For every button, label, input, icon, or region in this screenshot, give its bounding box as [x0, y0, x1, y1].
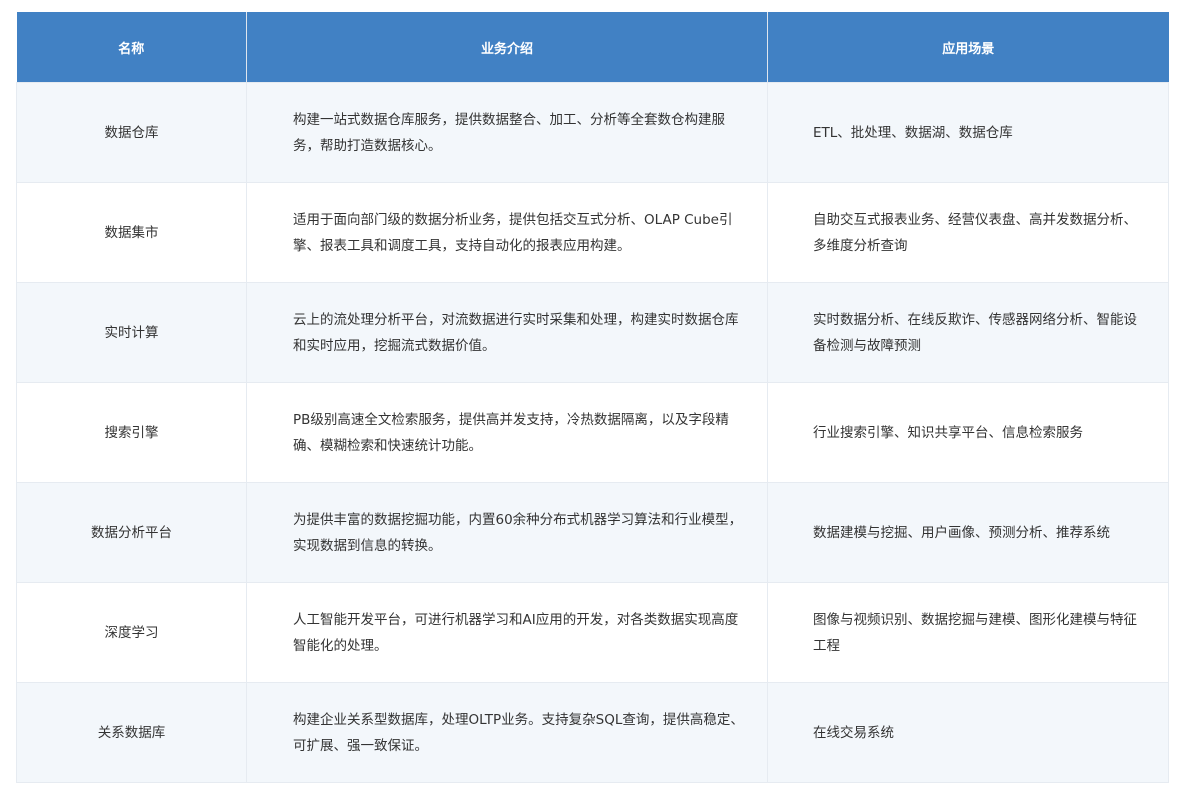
row-scenarios: 在线交易系统: [813, 724, 894, 741]
table-row: 深度学习 人工智能开发平台，可进行机器学习和AI应用的开发，对各类数据实现高度智…: [16, 582, 1169, 683]
header-description: 业务介绍: [246, 12, 768, 83]
row-name: 深度学习: [104, 624, 159, 641]
row-description: 构建一站式数据仓库服务，提供数据整合、加工、分析等全套数仓构建服务，帮助打造数据…: [293, 111, 725, 154]
row-description-cell: 云上的流处理分析平台，对流数据进行实时采集和处理，构建实时数据仓库和实时应用，挖…: [246, 282, 768, 383]
row-scenarios-cell: 自助交互式报表业务、经营仪表盘、高并发数据分析、多维度分析查询: [767, 182, 1169, 283]
header-row: 名称 业务介绍 应用场景: [16, 12, 1169, 83]
row-scenarios-cell: 实时数据分析、在线反欺诈、传感器网络分析、智能设备检测与故障预测: [767, 282, 1169, 383]
table-row: 搜索引擎 PB级别高速全文检索服务，提供高并发支持，冷热数据隔离，以及字段精确、…: [16, 382, 1169, 483]
row-description-cell: 为提供丰富的数据挖掘功能，内置60余种分布式机器学习算法和行业模型，实现数据到信…: [246, 482, 768, 583]
row-scenarios: 行业搜索引擎、知识共享平台、信息检索服务: [813, 424, 1083, 441]
row-name: 数据集市: [104, 224, 159, 241]
table-row: 数据仓库 构建一站式数据仓库服务，提供数据整合、加工、分析等全套数仓构建服务，帮…: [16, 82, 1169, 183]
row-description: PB级别高速全文检索服务，提供高并发支持，冷热数据隔离，以及字段精确、模糊检索和…: [293, 411, 729, 454]
row-name-cell: 数据集市: [16, 182, 247, 283]
row-name-cell: 搜索引擎: [16, 382, 247, 483]
row-scenarios-cell: 行业搜索引擎、知识共享平台、信息检索服务: [767, 382, 1169, 483]
row-description-cell: 适用于面向部门级的数据分析业务，提供包括交互式分析、OLAP Cube引擎、报表…: [246, 182, 768, 283]
row-name-cell: 数据仓库: [16, 82, 247, 183]
row-name: 数据分析平台: [91, 524, 172, 541]
row-description-cell: 构建一站式数据仓库服务，提供数据整合、加工、分析等全套数仓构建服务，帮助打造数据…: [246, 82, 768, 183]
product-table: 名称 业务介绍 应用场景 数据仓库 构建一站式数据仓库服务，提供数据整合、加工、…: [16, 12, 1169, 783]
row-description: 人工智能开发平台，可进行机器学习和AI应用的开发，对各类数据实现高度智能化的处理…: [293, 611, 739, 654]
table-row: 数据分析平台 为提供丰富的数据挖掘功能，内置60余种分布式机器学习算法和行业模型…: [16, 482, 1169, 583]
row-name: 数据仓库: [104, 124, 159, 141]
row-scenarios-cell: 在线交易系统: [767, 682, 1169, 783]
row-description: 适用于面向部门级的数据分析业务，提供包括交互式分析、OLAP Cube引擎、报表…: [293, 211, 733, 254]
row-scenarios: 实时数据分析、在线反欺诈、传感器网络分析、智能设备检测与故障预测: [813, 311, 1137, 354]
row-description-cell: 人工智能开发平台，可进行机器学习和AI应用的开发，对各类数据实现高度智能化的处理…: [246, 582, 768, 683]
row-name-cell: 数据分析平台: [16, 482, 247, 583]
row-description-cell: 构建企业关系型数据库，处理OLTP业务。支持复杂SQL查询，提供高稳定、可扩展、…: [246, 682, 768, 783]
row-description: 为提供丰富的数据挖掘功能，内置60余种分布式机器学习算法和行业模型，实现数据到信…: [293, 511, 743, 554]
row-scenarios: 自助交互式报表业务、经营仪表盘、高并发数据分析、多维度分析查询: [813, 211, 1137, 254]
row-description: 构建企业关系型数据库，处理OLTP业务。支持复杂SQL查询，提供高稳定、可扩展、…: [293, 711, 744, 754]
row-scenarios-cell: 图像与视频识别、数据挖掘与建模、图形化建模与特征工程: [767, 582, 1169, 683]
table-row: 实时计算 云上的流处理分析平台，对流数据进行实时采集和处理，构建实时数据仓库和实…: [16, 282, 1169, 383]
row-scenarios-cell: ETL、批处理、数据湖、数据仓库: [767, 82, 1169, 183]
row-name-cell: 深度学习: [16, 582, 247, 683]
table-row: 数据集市 适用于面向部门级的数据分析业务，提供包括交互式分析、OLAP Cube…: [16, 182, 1169, 283]
table-body: 数据仓库 构建一站式数据仓库服务，提供数据整合、加工、分析等全套数仓构建服务，帮…: [16, 82, 1169, 783]
row-description: 云上的流处理分析平台，对流数据进行实时采集和处理，构建实时数据仓库和实时应用，挖…: [293, 311, 739, 354]
row-name-cell: 关系数据库: [16, 682, 247, 783]
row-scenarios: 数据建模与挖掘、用户画像、预测分析、推荐系统: [813, 524, 1110, 541]
row-scenarios-cell: 数据建模与挖掘、用户画像、预测分析、推荐系统: [767, 482, 1169, 583]
header-scenarios: 应用场景: [767, 12, 1169, 83]
row-name: 关系数据库: [97, 724, 166, 741]
row-scenarios: ETL、批处理、数据湖、数据仓库: [813, 124, 1013, 141]
row-scenarios: 图像与视频识别、数据挖掘与建模、图形化建模与特征工程: [813, 611, 1137, 654]
row-name: 搜索引擎: [104, 424, 159, 441]
table-row: 关系数据库 构建企业关系型数据库，处理OLTP业务。支持复杂SQL查询，提供高稳…: [16, 682, 1169, 783]
table-header: 名称 业务介绍 应用场景: [16, 12, 1169, 83]
header-name: 名称: [16, 12, 247, 83]
row-name: 实时计算: [104, 324, 159, 341]
row-description-cell: PB级别高速全文检索服务，提供高并发支持，冷热数据隔离，以及字段精确、模糊检索和…: [246, 382, 768, 483]
product-table-container: 名称 业务介绍 应用场景 数据仓库 构建一站式数据仓库服务，提供数据整合、加工、…: [16, 12, 1169, 783]
row-name-cell: 实时计算: [16, 282, 247, 383]
